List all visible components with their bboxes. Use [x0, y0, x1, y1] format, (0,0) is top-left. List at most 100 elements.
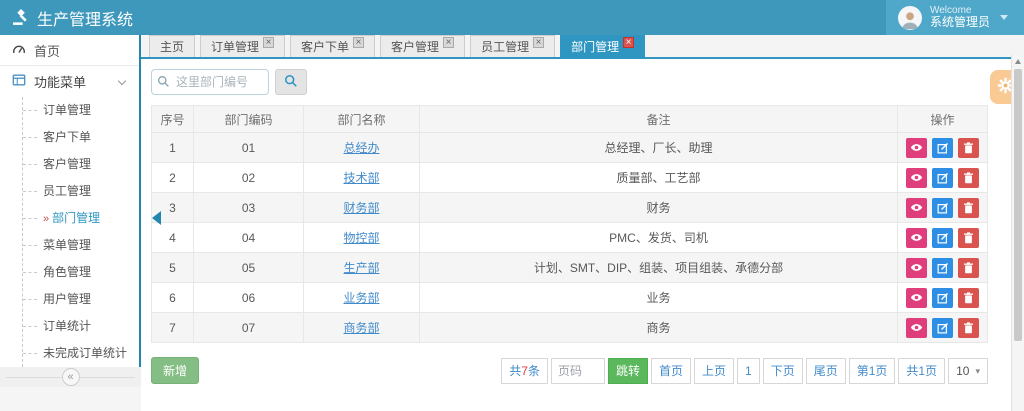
- total-count-box: 共7条: [501, 358, 548, 384]
- sidebar-item-unfinished-order-stats[interactable]: 未完成订单统计: [23, 340, 139, 367]
- sidebar-item-menu-mgmt[interactable]: 菜单管理: [23, 232, 139, 259]
- last-page-button[interactable]: 尾页: [806, 358, 846, 384]
- department-link[interactable]: 总经办: [343, 141, 379, 155]
- cell-name: 技术部: [304, 163, 420, 193]
- table-row: 3 03 财务部 财务: [152, 193, 988, 223]
- vertical-scrollbar[interactable]: [1011, 55, 1024, 411]
- username: 系统管理员: [930, 16, 990, 30]
- cell-actions: [898, 223, 988, 253]
- edit-button[interactable]: [932, 318, 953, 338]
- add-button[interactable]: 新增: [151, 357, 199, 384]
- cell-name: 财务部: [304, 193, 420, 223]
- delete-button[interactable]: [958, 228, 979, 248]
- view-button[interactable]: [906, 228, 927, 248]
- close-icon[interactable]: ×: [353, 37, 364, 48]
- sidebar-collapse-toggle[interactable]: «: [0, 367, 141, 387]
- tab-label: 部门管理: [571, 37, 619, 57]
- edit-button[interactable]: [932, 138, 953, 158]
- collapse-icon[interactable]: «: [62, 368, 80, 386]
- sidebar-item-home[interactable]: 首页: [0, 35, 139, 65]
- department-link[interactable]: 财务部: [343, 201, 379, 215]
- view-button[interactable]: [906, 198, 927, 218]
- close-icon[interactable]: ×: [533, 37, 544, 48]
- tab-employee-mgmt[interactable]: 员工管理 ×: [470, 35, 555, 57]
- department-link[interactable]: 物控部: [343, 231, 379, 245]
- cell-no: 4: [152, 223, 194, 253]
- table-row: 2 02 技术部 质量部、工艺部: [152, 163, 988, 193]
- sidebar-item-order-mgmt[interactable]: 订单管理: [23, 97, 139, 124]
- close-icon[interactable]: ×: [443, 37, 454, 48]
- cell-actions: [898, 253, 988, 283]
- cell-no: 1: [152, 133, 194, 163]
- cell-actions: [898, 163, 988, 193]
- department-link[interactable]: 商务部: [343, 321, 379, 335]
- sidebar-item-employee-mgmt[interactable]: 员工管理: [23, 178, 139, 205]
- tab-department-mgmt[interactable]: 部门管理 ×: [560, 35, 645, 57]
- cell-code: 02: [194, 163, 304, 193]
- sidebar-group-menu[interactable]: 功能菜单: [0, 65, 139, 97]
- department-link[interactable]: 业务部: [343, 291, 379, 305]
- delete-button[interactable]: [958, 198, 979, 218]
- delete-button[interactable]: [958, 168, 979, 188]
- caret-down-icon: [1000, 15, 1008, 20]
- view-button[interactable]: [906, 288, 927, 308]
- search-button[interactable]: [275, 69, 307, 95]
- edit-button[interactable]: [932, 168, 953, 188]
- tab-label: 员工管理: [481, 37, 529, 57]
- cell-actions: [898, 133, 988, 163]
- scroll-up-icon[interactable]: [1012, 55, 1024, 67]
- delete-button[interactable]: [958, 138, 979, 158]
- app-header: 生产管理系统 Welcome 系统管理员: [0, 0, 1024, 35]
- tab-home[interactable]: 主页: [149, 35, 195, 57]
- department-link[interactable]: 技术部: [343, 171, 379, 185]
- close-icon[interactable]: ×: [623, 37, 634, 48]
- sidebar-item-department-mgmt[interactable]: »部门管理: [23, 205, 139, 232]
- page-number-input[interactable]: [551, 358, 605, 384]
- total-count: 7: [521, 364, 528, 378]
- table-footer: 新增 共7条 跳转 首页 上页 1 下页 尾页 第1页 共1页 10 ▾: [151, 357, 988, 384]
- view-button[interactable]: [906, 258, 927, 278]
- chevron-down-icon: [118, 77, 126, 85]
- prev-page-button[interactable]: 上页: [694, 358, 734, 384]
- page-1-button[interactable]: 1: [737, 358, 760, 384]
- user-text: Welcome 系统管理员: [930, 5, 990, 30]
- sidebar-group-label: 功能菜单: [34, 72, 86, 91]
- user-menu[interactable]: Welcome 系统管理员: [886, 0, 1024, 35]
- close-icon[interactable]: ×: [263, 37, 274, 48]
- sidebar-item-user-mgmt[interactable]: 用户管理: [23, 286, 139, 313]
- avatar: [898, 6, 922, 30]
- edit-button[interactable]: [932, 198, 953, 218]
- scrollbar-thumb[interactable]: [1014, 69, 1022, 341]
- cell-remark: 商务: [420, 313, 898, 343]
- sidebar-item-customer-order[interactable]: 客户下单: [23, 124, 139, 151]
- page-size-select[interactable]: 10 ▾: [948, 358, 988, 384]
- delete-button[interactable]: [958, 258, 979, 278]
- search-row: [151, 69, 988, 95]
- sidebar-item-order-stats[interactable]: 订单统计: [23, 313, 139, 340]
- total-prefix: 共: [509, 364, 521, 378]
- first-page-button[interactable]: 首页: [651, 358, 691, 384]
- department-link[interactable]: 生产部: [343, 261, 379, 275]
- view-button[interactable]: [906, 318, 927, 338]
- tab-order-mgmt[interactable]: 订单管理 ×: [200, 35, 285, 57]
- edit-button[interactable]: [932, 258, 953, 278]
- col-header-remark: 备注: [420, 106, 898, 133]
- cell-no: 6: [152, 283, 194, 313]
- sidebar-item-role-mgmt[interactable]: 角色管理: [23, 259, 139, 286]
- tab-customer-mgmt[interactable]: 客户管理 ×: [380, 35, 465, 57]
- edit-button[interactable]: [932, 288, 953, 308]
- jump-button[interactable]: 跳转: [608, 358, 648, 384]
- cell-remark: 质量部、工艺部: [420, 163, 898, 193]
- page-size-value: 10: [956, 359, 969, 383]
- department-panel: 序号 部门编码 部门名称 备注 操作 1 01 总经办 总经理、厂长、助理: [141, 59, 1024, 411]
- search-input-wrap: [151, 69, 269, 95]
- sidebar-home-label: 首页: [34, 41, 60, 60]
- view-button[interactable]: [906, 168, 927, 188]
- edit-button[interactable]: [932, 228, 953, 248]
- next-page-button[interactable]: 下页: [763, 358, 803, 384]
- tab-customer-order[interactable]: 客户下单 ×: [290, 35, 375, 57]
- sidebar-item-customer-mgmt[interactable]: 客户管理: [23, 151, 139, 178]
- delete-button[interactable]: [958, 318, 979, 338]
- view-button[interactable]: [906, 138, 927, 158]
- delete-button[interactable]: [958, 288, 979, 308]
